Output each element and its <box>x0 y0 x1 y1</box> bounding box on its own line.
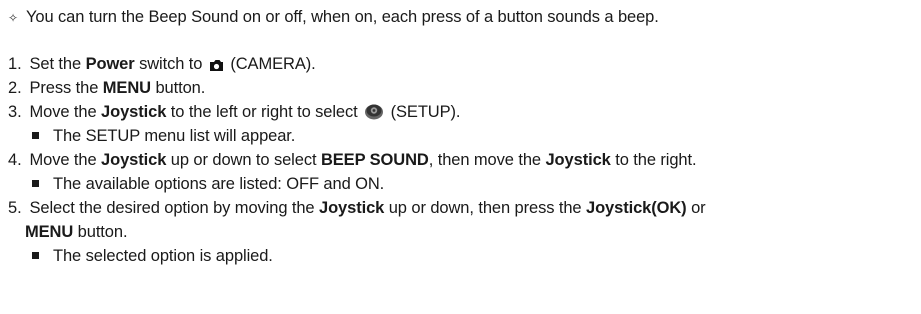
step-text: or <box>686 199 706 217</box>
manual-page: ✧ You can turn the Beep Sound on or off, … <box>0 0 921 314</box>
intro-text: You can turn the Beep Sound on or off, w… <box>26 8 659 26</box>
square-bullet-icon <box>32 132 39 139</box>
step-3: 3. Move the Joystick to the left or righ… <box>8 102 461 125</box>
step-bold-term: MENU <box>25 223 74 241</box>
intro-paragraph: ✧ You can turn the Beep Sound on or off, … <box>8 7 659 28</box>
step-text: to the left or right to select <box>166 103 363 121</box>
step-bold-term: MENU <box>102 79 151 97</box>
step-number: 1. <box>8 55 22 73</box>
diamond-bullet-icon: ✧ <box>8 11 18 25</box>
note-text: The available options are listed: OFF an… <box>53 175 385 193</box>
step-text: up or down, then press the <box>384 199 586 217</box>
camera-icon <box>209 57 224 77</box>
square-bullet-icon <box>32 180 39 187</box>
step-text: button. <box>73 223 128 241</box>
step-text: (CAMERA). <box>225 55 316 73</box>
step-text: Press the <box>29 79 103 97</box>
step-text: Select the desired option by moving the <box>29 199 319 217</box>
setup-icon <box>364 102 384 125</box>
step-2: 2. Press the MENU button. <box>8 78 205 98</box>
step-text: button. <box>150 79 206 97</box>
step-bold-term: BEEP SOUND <box>320 151 429 169</box>
step-4-note: The available options are listed: OFF an… <box>32 174 384 194</box>
step-bold-term: Power <box>85 55 135 73</box>
step-3-note: The SETUP menu list will appear. <box>32 126 295 146</box>
step-number: 5. <box>8 199 22 217</box>
step-text: up or down to select <box>166 151 321 169</box>
step-text: switch to <box>134 55 207 73</box>
step-number: 2. <box>8 79 22 97</box>
square-bullet-icon <box>32 252 39 259</box>
note-text: The SETUP menu list will appear. <box>53 127 296 145</box>
step-bold-term: Joystick <box>101 103 167 121</box>
step-text: Move the <box>29 151 102 169</box>
step-4: 4. Move the Joystick up or down to selec… <box>8 150 697 170</box>
step-bold-term: Joystick <box>319 199 385 217</box>
step-bold-term: Joystick <box>545 151 611 169</box>
step-1: 1. Set the Power switch to (CAMERA). <box>8 54 316 77</box>
step-bold-term: Joystick(OK) <box>586 199 687 217</box>
note-text: The selected option is applied. <box>53 247 273 265</box>
step-5-continued: MENU button. <box>25 222 128 242</box>
step-text: (SETUP). <box>386 103 461 121</box>
step-bold-term: Joystick <box>101 151 167 169</box>
step-text: , then move the <box>428 151 546 169</box>
step-5-note: The selected option is applied. <box>32 246 273 266</box>
step-number: 4. <box>8 151 22 169</box>
step-5: 5. Select the desired option by moving t… <box>8 198 706 218</box>
step-text: Move the <box>29 103 102 121</box>
step-number: 3. <box>8 103 22 121</box>
step-text: to the right. <box>610 151 697 169</box>
step-text: Set the <box>29 55 86 73</box>
